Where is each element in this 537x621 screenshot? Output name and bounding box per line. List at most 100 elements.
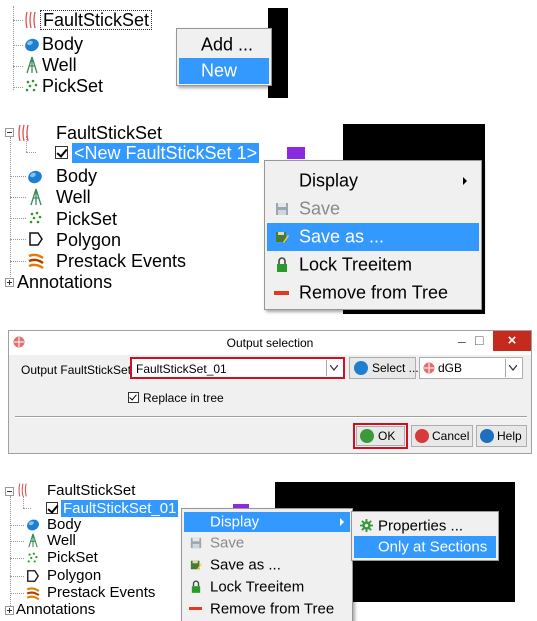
body-icon <box>28 170 42 184</box>
save-as-icon <box>276 232 289 243</box>
well-icon <box>30 188 42 206</box>
menu-item-new[interactable]: New <box>179 58 269 84</box>
output-dropdown-button[interactable] <box>326 360 342 376</box>
prestack-events-icon <box>26 587 40 601</box>
context-menu-add-new: Add ... New <box>176 28 272 86</box>
color-swatch <box>287 147 305 159</box>
tree-label-polygon: Polygon <box>47 567 102 584</box>
maximize-button[interactable]: □ <box>475 332 483 348</box>
lock-icon <box>277 257 287 272</box>
expand-toggle-faultstickset[interactable] <box>5 487 14 496</box>
tree-label-faultstickset: FaultStickSet <box>40 10 153 30</box>
chevron-down-icon <box>509 365 517 371</box>
faultstick-icon <box>25 11 36 29</box>
chevron-down-icon <box>330 365 338 371</box>
polygon-icon <box>29 232 43 246</box>
menu-item-remove[interactable]: Remove from Tree <box>184 598 350 620</box>
tree-label-pickset: PickSet <box>42 76 104 96</box>
tree-label-polygon: Polygon <box>56 230 122 250</box>
dialog-title: Output selection <box>226 336 314 350</box>
menu-item-add[interactable]: Add ... <box>179 31 269 58</box>
faultstick-icon <box>18 483 27 497</box>
menu-item-display[interactable]: Display <box>184 512 350 532</box>
tree-label-new-faultstickset: <New FaultStickSet 1> <box>72 143 260 163</box>
remove-icon <box>189 607 202 610</box>
expand-toggle-annotations[interactable] <box>5 606 14 615</box>
display-submenu: Properties ... Only at Sections <box>351 511 499 561</box>
save-disk-icon <box>190 537 202 549</box>
tree-label-pickset: PickSet <box>56 209 118 229</box>
tree-label-pickset: PickSet <box>47 549 98 566</box>
title-bar: Output selection – □ × <box>9 331 531 355</box>
tree-label-faultstickset: FaultStickSet <box>56 123 163 143</box>
submenu-arrow-icon <box>463 177 467 185</box>
tree-label-prestack-events: Prestack Events <box>47 584 156 601</box>
replace-in-tree-label: Replace in tree <box>143 391 224 405</box>
select-list-icon <box>354 361 368 375</box>
cancel-button[interactable]: Cancel <box>411 425 473 447</box>
tree-label-body: Body <box>42 34 84 54</box>
lock-icon <box>191 580 201 593</box>
menu-item-lock[interactable]: Lock Treeitem <box>184 576 350 598</box>
close-button[interactable]: × <box>493 331 531 351</box>
menu-item-remove[interactable]: Remove from Tree <box>267 279 479 307</box>
tree-label-body: Body <box>56 166 98 186</box>
expand-toggle-faultstickset[interactable] <box>5 128 14 137</box>
menu-item-save[interactable]: Save <box>184 532 350 554</box>
pickset-icon <box>27 552 38 563</box>
visibility-checkbox[interactable] <box>46 502 58 514</box>
well-icon <box>26 56 38 74</box>
save-disk-icon <box>276 203 288 215</box>
body-icon <box>25 38 39 52</box>
menu-item-save[interactable]: Save <box>267 195 479 223</box>
help-icon <box>480 429 494 443</box>
menu-item-display[interactable]: Display <box>267 167 479 195</box>
cancel-icon <box>415 429 429 443</box>
well-icon <box>28 533 38 548</box>
help-button[interactable]: Help <box>476 425 527 447</box>
remove-icon <box>274 291 289 295</box>
tree-label-annotations: Annotations <box>17 272 113 292</box>
menu-item-save-as[interactable]: Save as ... <box>267 223 479 251</box>
minimize-button[interactable]: – <box>458 333 466 349</box>
tree-label-well: Well <box>47 532 76 549</box>
tree-label-well: Well <box>56 187 91 207</box>
menu-item-lock[interactable]: Lock Treeitem <box>267 251 479 279</box>
storage-format-select[interactable]: dGB <box>419 357 523 379</box>
prestack-events-icon <box>28 253 44 270</box>
expand-toggle-annotations[interactable] <box>5 278 14 287</box>
dgb-format-icon <box>423 362 435 374</box>
tree-label-faultstickset: FaultStickSet <box>47 482 136 499</box>
menu-item-properties[interactable]: Properties ... <box>354 515 496 536</box>
output-selection-dialog: Output selection – □ × Output FaultStick… <box>8 330 532 454</box>
ok-button[interactable]: OK <box>356 426 405 446</box>
visibility-checkbox[interactable] <box>55 146 68 159</box>
tree-label-faultstickset-01: FaultStickSet_01 <box>61 500 179 517</box>
panel-tree-save-as: FaultStickSet <New FaultStickSet 1> Body… <box>0 118 537 318</box>
panel-tree-display-submenu: FaultStickSet FaultStickSet_01 Body Well… <box>0 478 537 621</box>
select-button[interactable]: Select ... <box>349 357 419 379</box>
replace-in-tree-checkbox[interactable] <box>128 392 139 403</box>
ok-check-icon <box>360 429 374 443</box>
tree-label-prestack-events: Prestack Events <box>56 251 187 271</box>
check-mark-icon <box>129 392 137 401</box>
tree-label-well: Well <box>42 55 77 75</box>
tree-label-annotations: Annotations <box>16 601 96 618</box>
output-name-field[interactable]: FaultStickSet_01 <box>130 357 345 379</box>
pickset-icon <box>29 211 42 224</box>
body-icon <box>27 519 39 531</box>
faultstick-icon <box>18 124 29 142</box>
tree-label-body: Body <box>47 516 82 533</box>
context-menu-tree-item: Display Save Save as ... Lock Treeitem R… <box>264 160 482 310</box>
submenu-arrow-icon <box>340 518 344 526</box>
panel-tree-add-new: FaultStickSet Body Well PickSet Add ... … <box>0 0 290 100</box>
save-as-icon <box>190 560 202 571</box>
polygon-icon <box>27 570 40 582</box>
format-dropdown-button[interactable] <box>505 359 521 377</box>
menu-item-only-at-sections[interactable]: Only at Sections <box>354 536 496 558</box>
pickset-icon <box>25 79 38 92</box>
separator <box>15 416 527 418</box>
context-menu-tree-item: Display Save Save as ... Lock Treeitem R… <box>181 508 353 621</box>
menu-item-save-as[interactable]: Save as ... <box>184 554 350 576</box>
gear-icon <box>360 519 373 532</box>
